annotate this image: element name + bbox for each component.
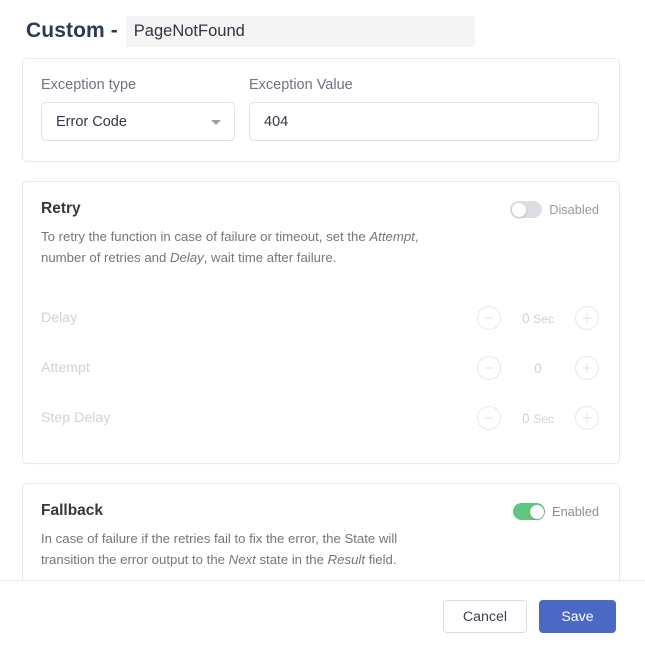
- exception-type-select[interactable]: Error Code: [41, 102, 235, 141]
- minus-circle-icon-delay[interactable]: [477, 306, 501, 331]
- minus-circle-icon-step-delay[interactable]: [477, 406, 501, 431]
- stepper-label-step-delay: Step Delay: [41, 410, 111, 427]
- fallback-switch-knob: [529, 504, 544, 519]
- exception-type-field: Exception type Error Code: [41, 77, 235, 141]
- plus-circle-icon-delay[interactable]: [575, 306, 599, 331]
- retry-card: Retry Disabled To retry the function in …: [22, 181, 620, 465]
- fallback-desc-em-next: Next: [228, 552, 256, 568]
- stepper-number-attempt: 0: [534, 360, 542, 376]
- fallback-desc-em-result: Result: [327, 552, 366, 568]
- retry-desc-1: To retry the function in case of failure…: [41, 228, 370, 244]
- retry-toggle-label: Disabled: [549, 202, 599, 217]
- fallback-toggle[interactable]: Enabled: [513, 502, 599, 521]
- stepper-number-step-delay: 0: [522, 410, 530, 426]
- exception-value-field: Exception Value: [249, 77, 599, 141]
- retry-switch-track[interactable]: [510, 201, 543, 218]
- fallback-description: In case of failure if the retries fail t…: [41, 528, 427, 571]
- custom-exception-panel: Custom - Exception type Error Code Excep…: [0, 0, 645, 652]
- cancel-button[interactable]: Cancel: [443, 600, 527, 633]
- retry-description: To retry the function in case of failure…: [41, 226, 427, 269]
- stepper-row-delay: Delay 0 Sec: [41, 293, 599, 343]
- fallback-toggle-label: Enabled: [552, 504, 599, 520]
- chevron-down-icon: [211, 119, 221, 125]
- dialog-footer: Cancel Save: [0, 581, 645, 652]
- stepper-unit-step-delay: Sec: [533, 411, 554, 426]
- page-header: Custom -: [0, 0, 645, 58]
- scrollable-content[interactable]: Custom - Exception type Error Code Excep…: [0, 0, 645, 581]
- fallback-title: Fallback: [41, 502, 104, 520]
- fallback-desc-2: state in the: [255, 552, 328, 568]
- stepper-label-delay: Delay: [41, 310, 78, 327]
- fallback-card: Fallback Enabled In case of failure if t…: [22, 483, 620, 580]
- custom-name-input[interactable]: [125, 15, 475, 47]
- retry-desc-em-delay: Delay: [170, 249, 204, 265]
- retry-desc-em-attempt: Attempt: [369, 228, 415, 244]
- page-title: Custom -: [26, 19, 118, 42]
- stepper-value-delay: 0 Sec: [501, 311, 575, 326]
- retry-switch-knob: [511, 202, 526, 217]
- stepper-value-attempt: 0: [501, 361, 575, 376]
- retry-desc-3: , wait time after failure.: [203, 249, 337, 265]
- fallback-desc-3: field.: [365, 552, 397, 568]
- stepper-unit-delay: Sec: [533, 311, 554, 326]
- stepper-value-step-delay: 0 Sec: [501, 411, 575, 426]
- stepper-row-step-delay: Step Delay 0 Sec: [41, 393, 599, 443]
- exception-type-selected-value: Error Code: [56, 113, 127, 130]
- fallback-switch-track[interactable]: [513, 503, 546, 521]
- minus-circle-icon-attempt[interactable]: [477, 356, 501, 381]
- exception-value-label: Exception Value: [249, 77, 353, 93]
- plus-circle-icon-step-delay[interactable]: [575, 406, 599, 431]
- stepper-row-attempt: Attempt 0: [41, 343, 599, 393]
- retry-title: Retry: [41, 200, 81, 217]
- exception-type-label: Exception type: [41, 77, 137, 93]
- stepper-label-attempt: Attempt: [41, 360, 90, 377]
- exception-card: Exception type Error Code Exception Valu…: [22, 58, 620, 162]
- plus-circle-icon-attempt[interactable]: [575, 356, 599, 381]
- stepper-number-delay: 0: [522, 310, 530, 326]
- retry-stepper-list: Delay 0 Sec Attempt 0 Step Delay 0 Sec: [41, 293, 599, 443]
- save-button[interactable]: Save: [539, 600, 616, 633]
- exception-value-input[interactable]: [249, 102, 599, 141]
- retry-toggle[interactable]: Disabled: [510, 200, 599, 218]
